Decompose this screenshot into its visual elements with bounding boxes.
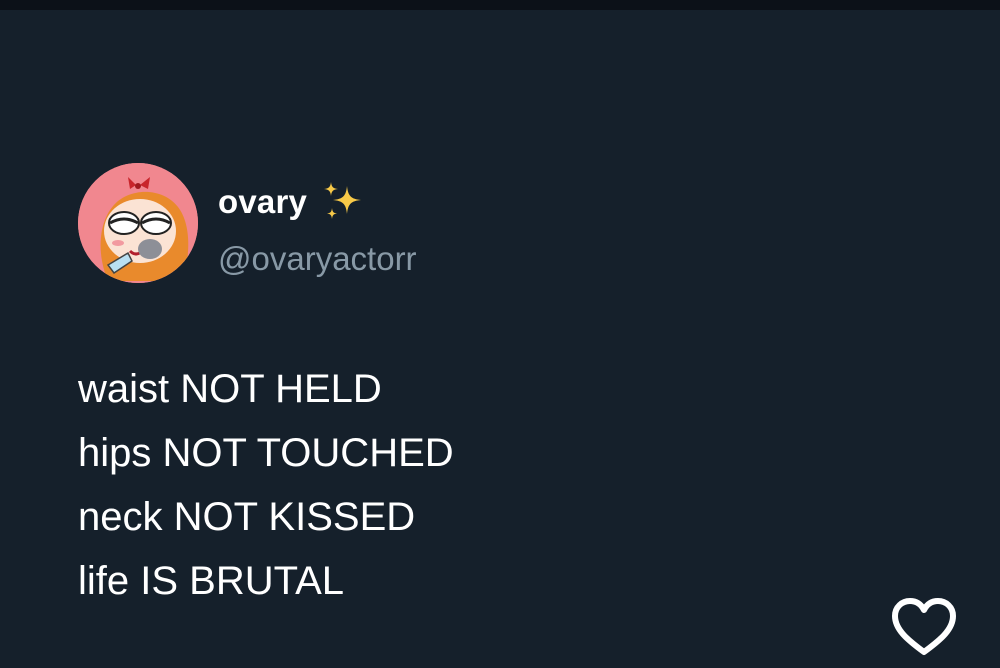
heart-icon xyxy=(892,598,956,655)
avatar[interactable] xyxy=(78,163,198,283)
tweet-line: life IS BRUTAL xyxy=(78,559,344,603)
sparkles-icon xyxy=(321,180,365,224)
tweet-line: waist NOT HELD xyxy=(78,367,382,411)
display-name-row: ovary xyxy=(218,182,365,222)
top-bar xyxy=(0,0,1000,10)
avatar-image xyxy=(78,163,198,283)
tweet-line: hips NOT TOUCHED xyxy=(78,431,454,475)
display-name[interactable]: ovary xyxy=(218,183,307,221)
user-handle[interactable]: @ovaryactorr xyxy=(218,240,417,278)
tweet-text: waist NOT HELD hips NOT TOUCHED neck NOT… xyxy=(78,357,878,613)
tweet-line: neck NOT KISSED xyxy=(78,495,416,539)
like-button[interactable] xyxy=(883,592,965,662)
